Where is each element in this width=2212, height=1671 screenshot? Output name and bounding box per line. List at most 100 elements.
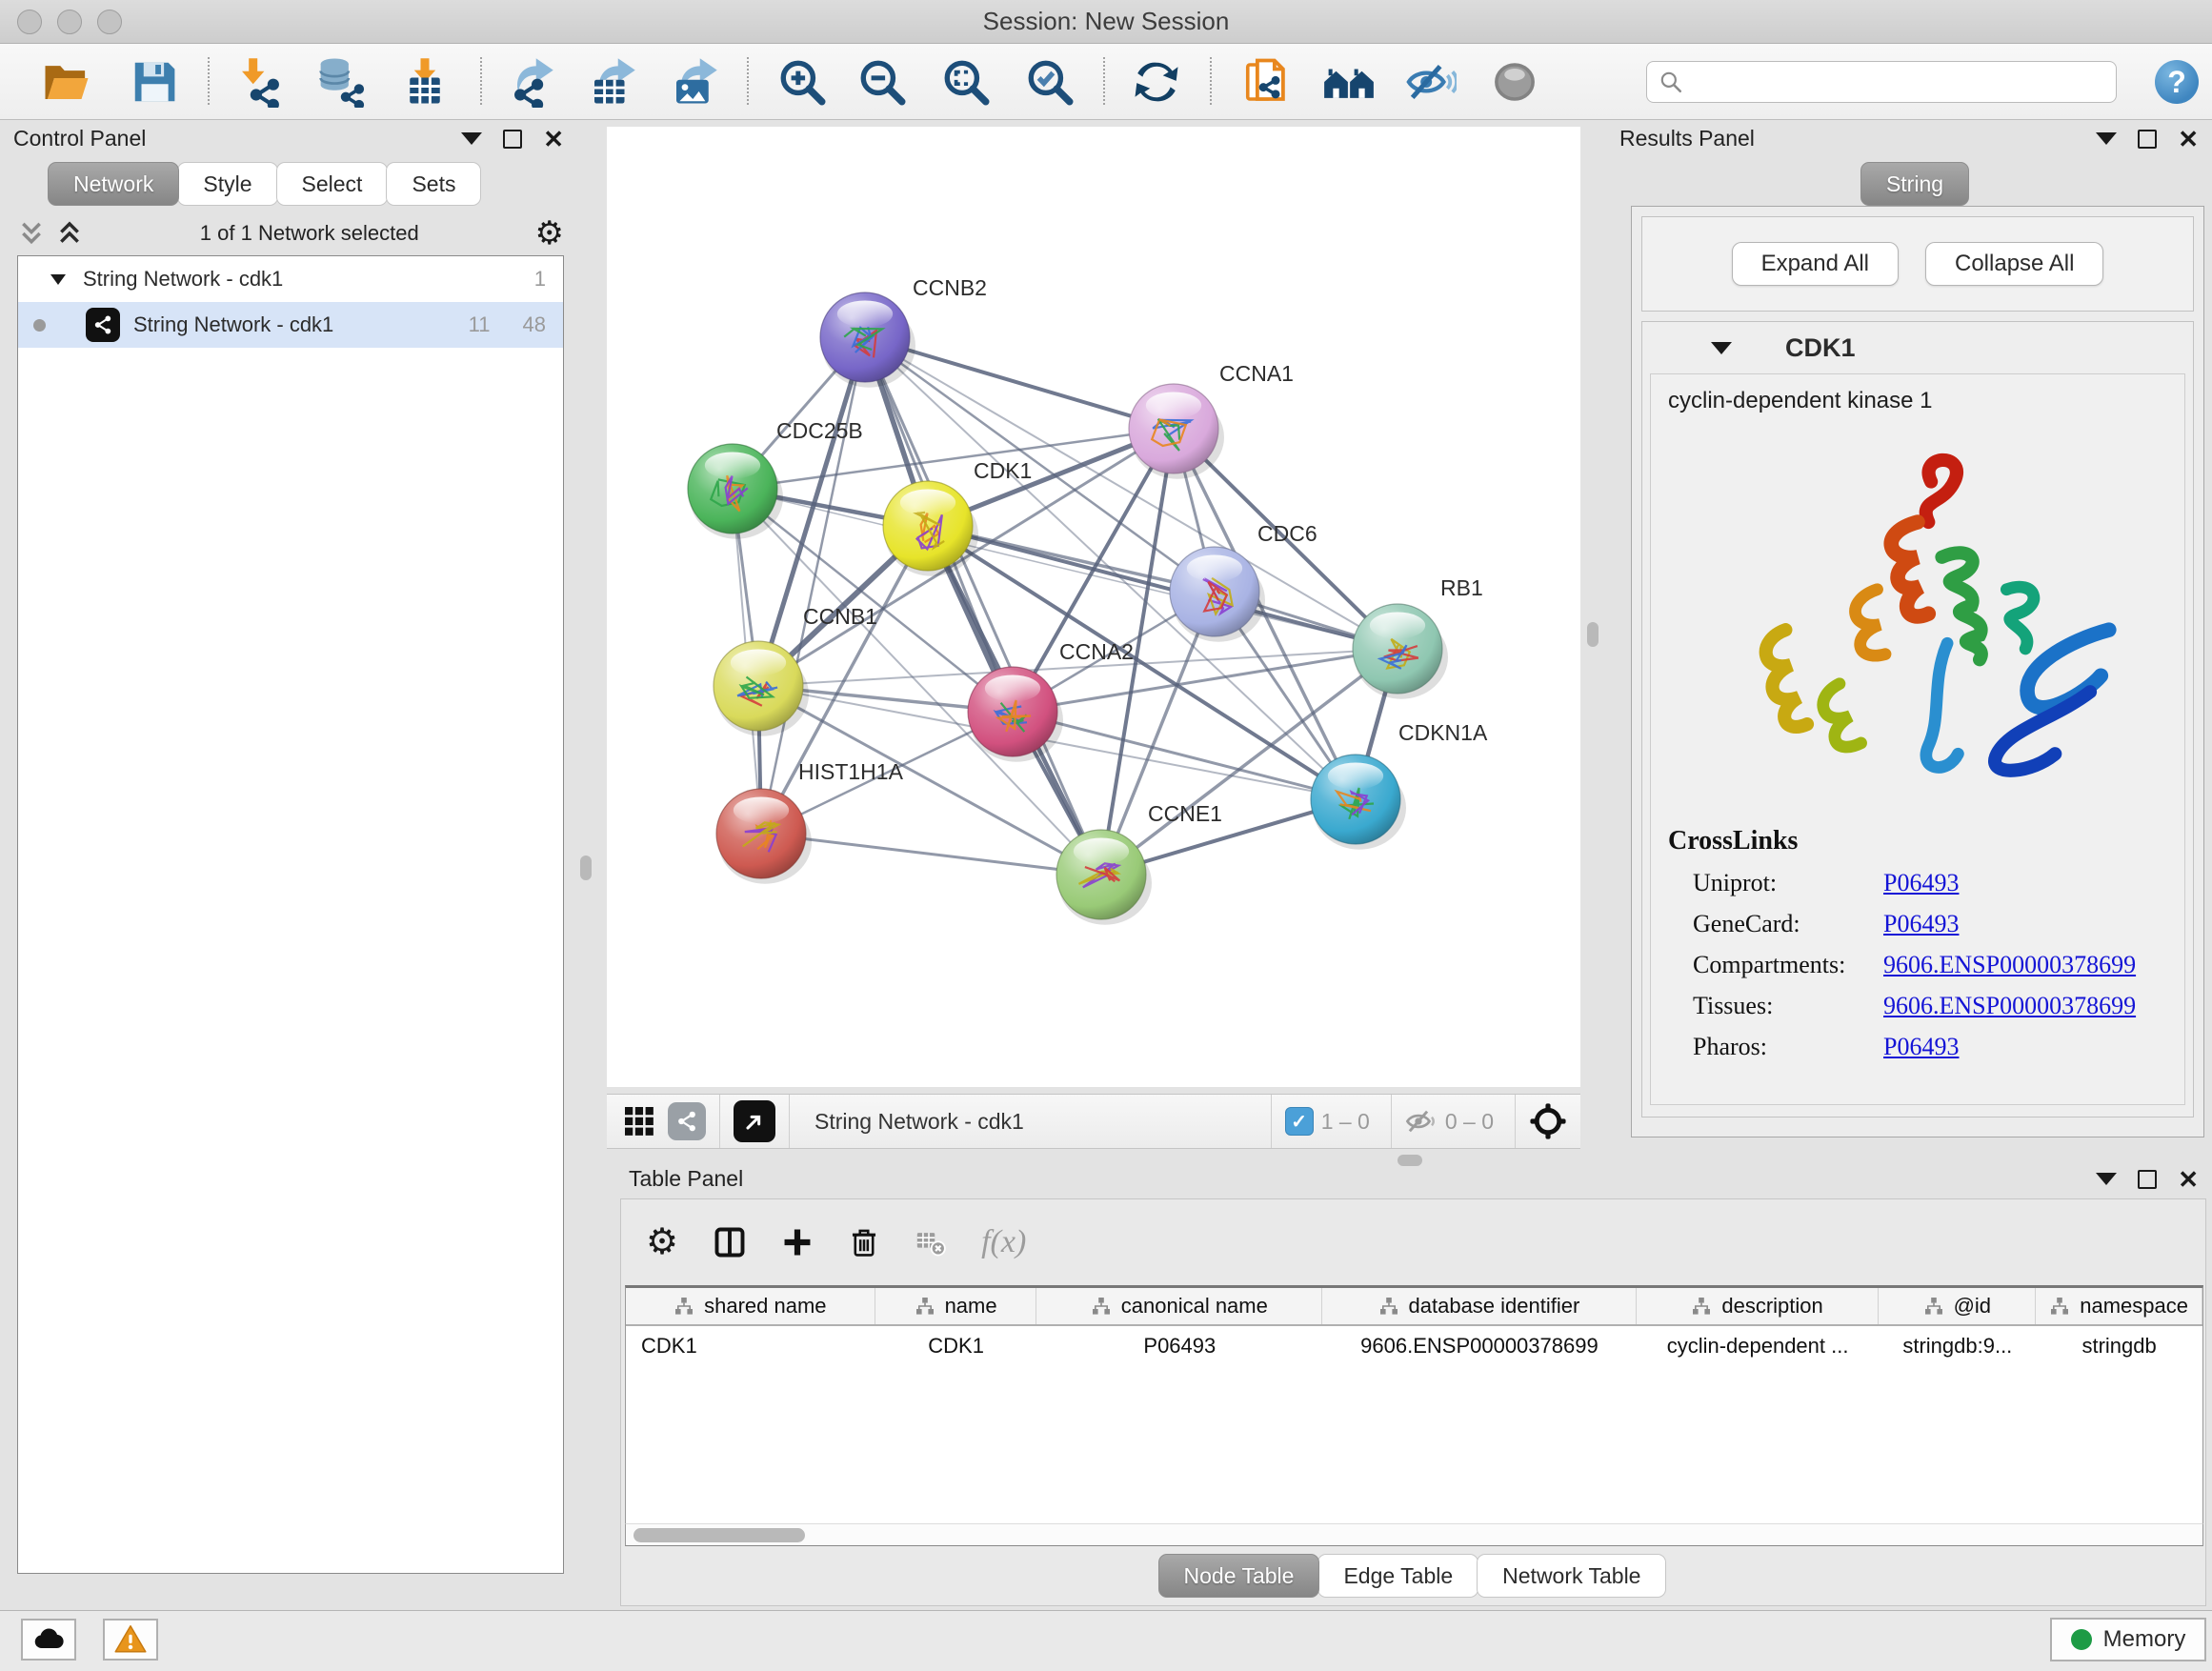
network-options-gear-icon[interactable]: ⚙ [535,217,564,250]
center-view-crosshair-icon[interactable] [1529,1102,1567,1140]
close-panel-icon[interactable]: ✕ [543,130,564,149]
table-row[interactable]: CDK1CDK1P064939606.ENSP00000378699cyclin… [626,1326,2202,1366]
refresh-button[interactable] [1126,51,1187,112]
column-header-database-identifier[interactable]: database identifier [1322,1288,1637,1324]
show-all-button[interactable] [1484,51,1545,112]
tab-sets[interactable]: Sets [386,162,481,206]
collapse-all-button[interactable]: Collapse All [1925,242,2103,286]
expand-all-button[interactable]: Expand All [1732,242,1899,286]
memory-button[interactable]: Memory [2050,1618,2206,1661]
float-panel-icon[interactable] [2096,1173,2117,1185]
network-node-CDKN1A[interactable] [1311,755,1406,850]
maximize-panel-icon[interactable] [2138,1170,2157,1189]
close-panel-icon[interactable]: ✕ [2178,130,2199,149]
close-panel-icon[interactable]: ✕ [2178,1170,2199,1189]
maximize-panel-icon[interactable] [2138,130,2157,149]
import-table-from-file-button[interactable] [394,51,455,112]
network-row-selected[interactable]: String Network - cdk1 11 48 [18,302,563,348]
detach-view-button[interactable] [734,1100,775,1142]
maximize-panel-icon[interactable] [503,130,522,149]
export-table-button[interactable] [581,51,642,112]
table-cell[interactable]: CDK1 [626,1326,875,1366]
horizontal-splitter-handle[interactable] [1398,1155,1422,1166]
network-node-CDC25B[interactable] [688,444,783,539]
create-column-icon[interactable] [781,1226,814,1258]
crosslink-link[interactable]: P06493 [1883,869,1959,897]
crosslink-link[interactable]: 9606.ENSP00000378699 [1883,992,2136,1020]
network-node-CCNB2[interactable] [820,292,915,388]
show-columns-icon[interactable] [713,1225,747,1259]
network-node-RB1[interactable] [1353,604,1448,699]
float-panel-icon[interactable] [461,132,482,145]
zoom-out-button[interactable] [852,51,913,112]
birdseye-grid-icon[interactable] [622,1104,656,1138]
tab-select[interactable]: Select [276,162,389,206]
right-splitter-handle[interactable] [1587,622,1599,647]
network-canvas[interactable]: CCNB2CCNA1CDC25BCDK1CDC6RB1CCNB1CCNA2CDK… [607,127,1580,1087]
scrollbar-thumb[interactable] [633,1528,805,1542]
table-cell[interactable]: cyclin-dependent ... [1637,1326,1880,1366]
cloud-status-button[interactable] [21,1619,76,1661]
help-button[interactable]: ? [2155,60,2199,104]
new-network-from-selection-button[interactable] [1237,51,1297,112]
column-header-name[interactable]: name [875,1288,1037,1324]
collection-expander-icon[interactable] [49,272,68,287]
export-image-button[interactable] [663,51,724,112]
zoom-window-button[interactable] [97,10,122,34]
network-edge-CDK1-RB1[interactable] [928,526,1398,649]
open-session-button[interactable] [36,51,97,112]
network-node-CCNA2[interactable] [968,667,1063,762]
crosslink-link[interactable]: 9606.ENSP00000378699 [1883,951,2136,979]
delete-column-trash-icon[interactable] [848,1226,880,1258]
table-cell[interactable]: stringdb [2036,1326,2202,1366]
table-horizontal-scrollbar[interactable] [625,1523,2203,1546]
collapse-all-networks-icon[interactable] [17,221,46,246]
network-node-CCNE1[interactable] [1056,830,1152,925]
column-header-shared-name[interactable]: shared name [626,1288,875,1324]
minimize-window-button[interactable] [57,10,82,34]
zoom-fit-button[interactable] [935,51,996,112]
selected-indicator-checkbox[interactable]: ✓ [1285,1107,1314,1136]
hide-selected-button[interactable] [1400,51,1461,112]
expand-all-networks-icon[interactable] [55,221,84,246]
column-header-namespace[interactable]: namespace [2036,1288,2202,1324]
tab-network[interactable]: Network [48,162,179,206]
section-expander-icon[interactable] [1711,342,1732,354]
export-network-button[interactable] [499,51,560,112]
float-panel-icon[interactable] [2096,132,2117,145]
left-splitter-handle[interactable] [580,856,592,880]
warnings-button[interactable] [103,1619,158,1661]
table-cell[interactable]: CDK1 [875,1326,1037,1366]
network-collection-row[interactable]: String Network - cdk1 1 [18,256,563,302]
close-window-button[interactable] [17,10,42,34]
tab-node-table[interactable]: Node Table [1158,1554,1320,1598]
zoom-in-button[interactable] [772,51,833,112]
table-cell[interactable]: 9606.ENSP00000378699 [1322,1326,1637,1366]
search-input[interactable] [1693,64,2106,100]
table-cell[interactable]: stringdb:9... [1879,1326,2036,1366]
first-neighbors-button[interactable] [1318,51,1379,112]
tab-network-table[interactable]: Network Table [1477,1554,1666,1598]
column-header-description[interactable]: description [1637,1288,1880,1324]
column-header--id[interactable]: @id [1879,1288,2036,1324]
network-node-CDK1[interactable] [883,481,978,576]
network-type-icon[interactable] [668,1102,706,1140]
save-session-button[interactable] [124,51,185,112]
tab-style[interactable]: Style [177,162,277,206]
crosslink-link[interactable]: P06493 [1883,1033,1959,1061]
network-edge-CCNB2-CCNE1[interactable] [865,337,1101,875]
column-header-canonical-name[interactable]: canonical name [1036,1288,1322,1324]
zoom-selected-button[interactable] [1019,51,1080,112]
import-network-from-database-button[interactable] [311,51,372,112]
tab-edge-table[interactable]: Edge Table [1317,1554,1478,1598]
network-node-CCNA1[interactable] [1129,384,1224,479]
network-edge-HIST1H1A-CCNE1[interactable] [761,834,1101,875]
network-node-CDC6[interactable] [1170,547,1265,642]
import-network-from-file-button[interactable] [229,51,290,112]
gene-section-header[interactable]: CDK1 [1642,322,2193,373]
crosslink-link[interactable]: P06493 [1883,910,1959,938]
table-options-gear-icon[interactable]: ⚙ [646,1224,678,1260]
network-node-HIST1H1A[interactable] [716,789,812,884]
table-cell[interactable]: P06493 [1037,1326,1323,1366]
tab-string[interactable]: String [1860,162,1969,206]
